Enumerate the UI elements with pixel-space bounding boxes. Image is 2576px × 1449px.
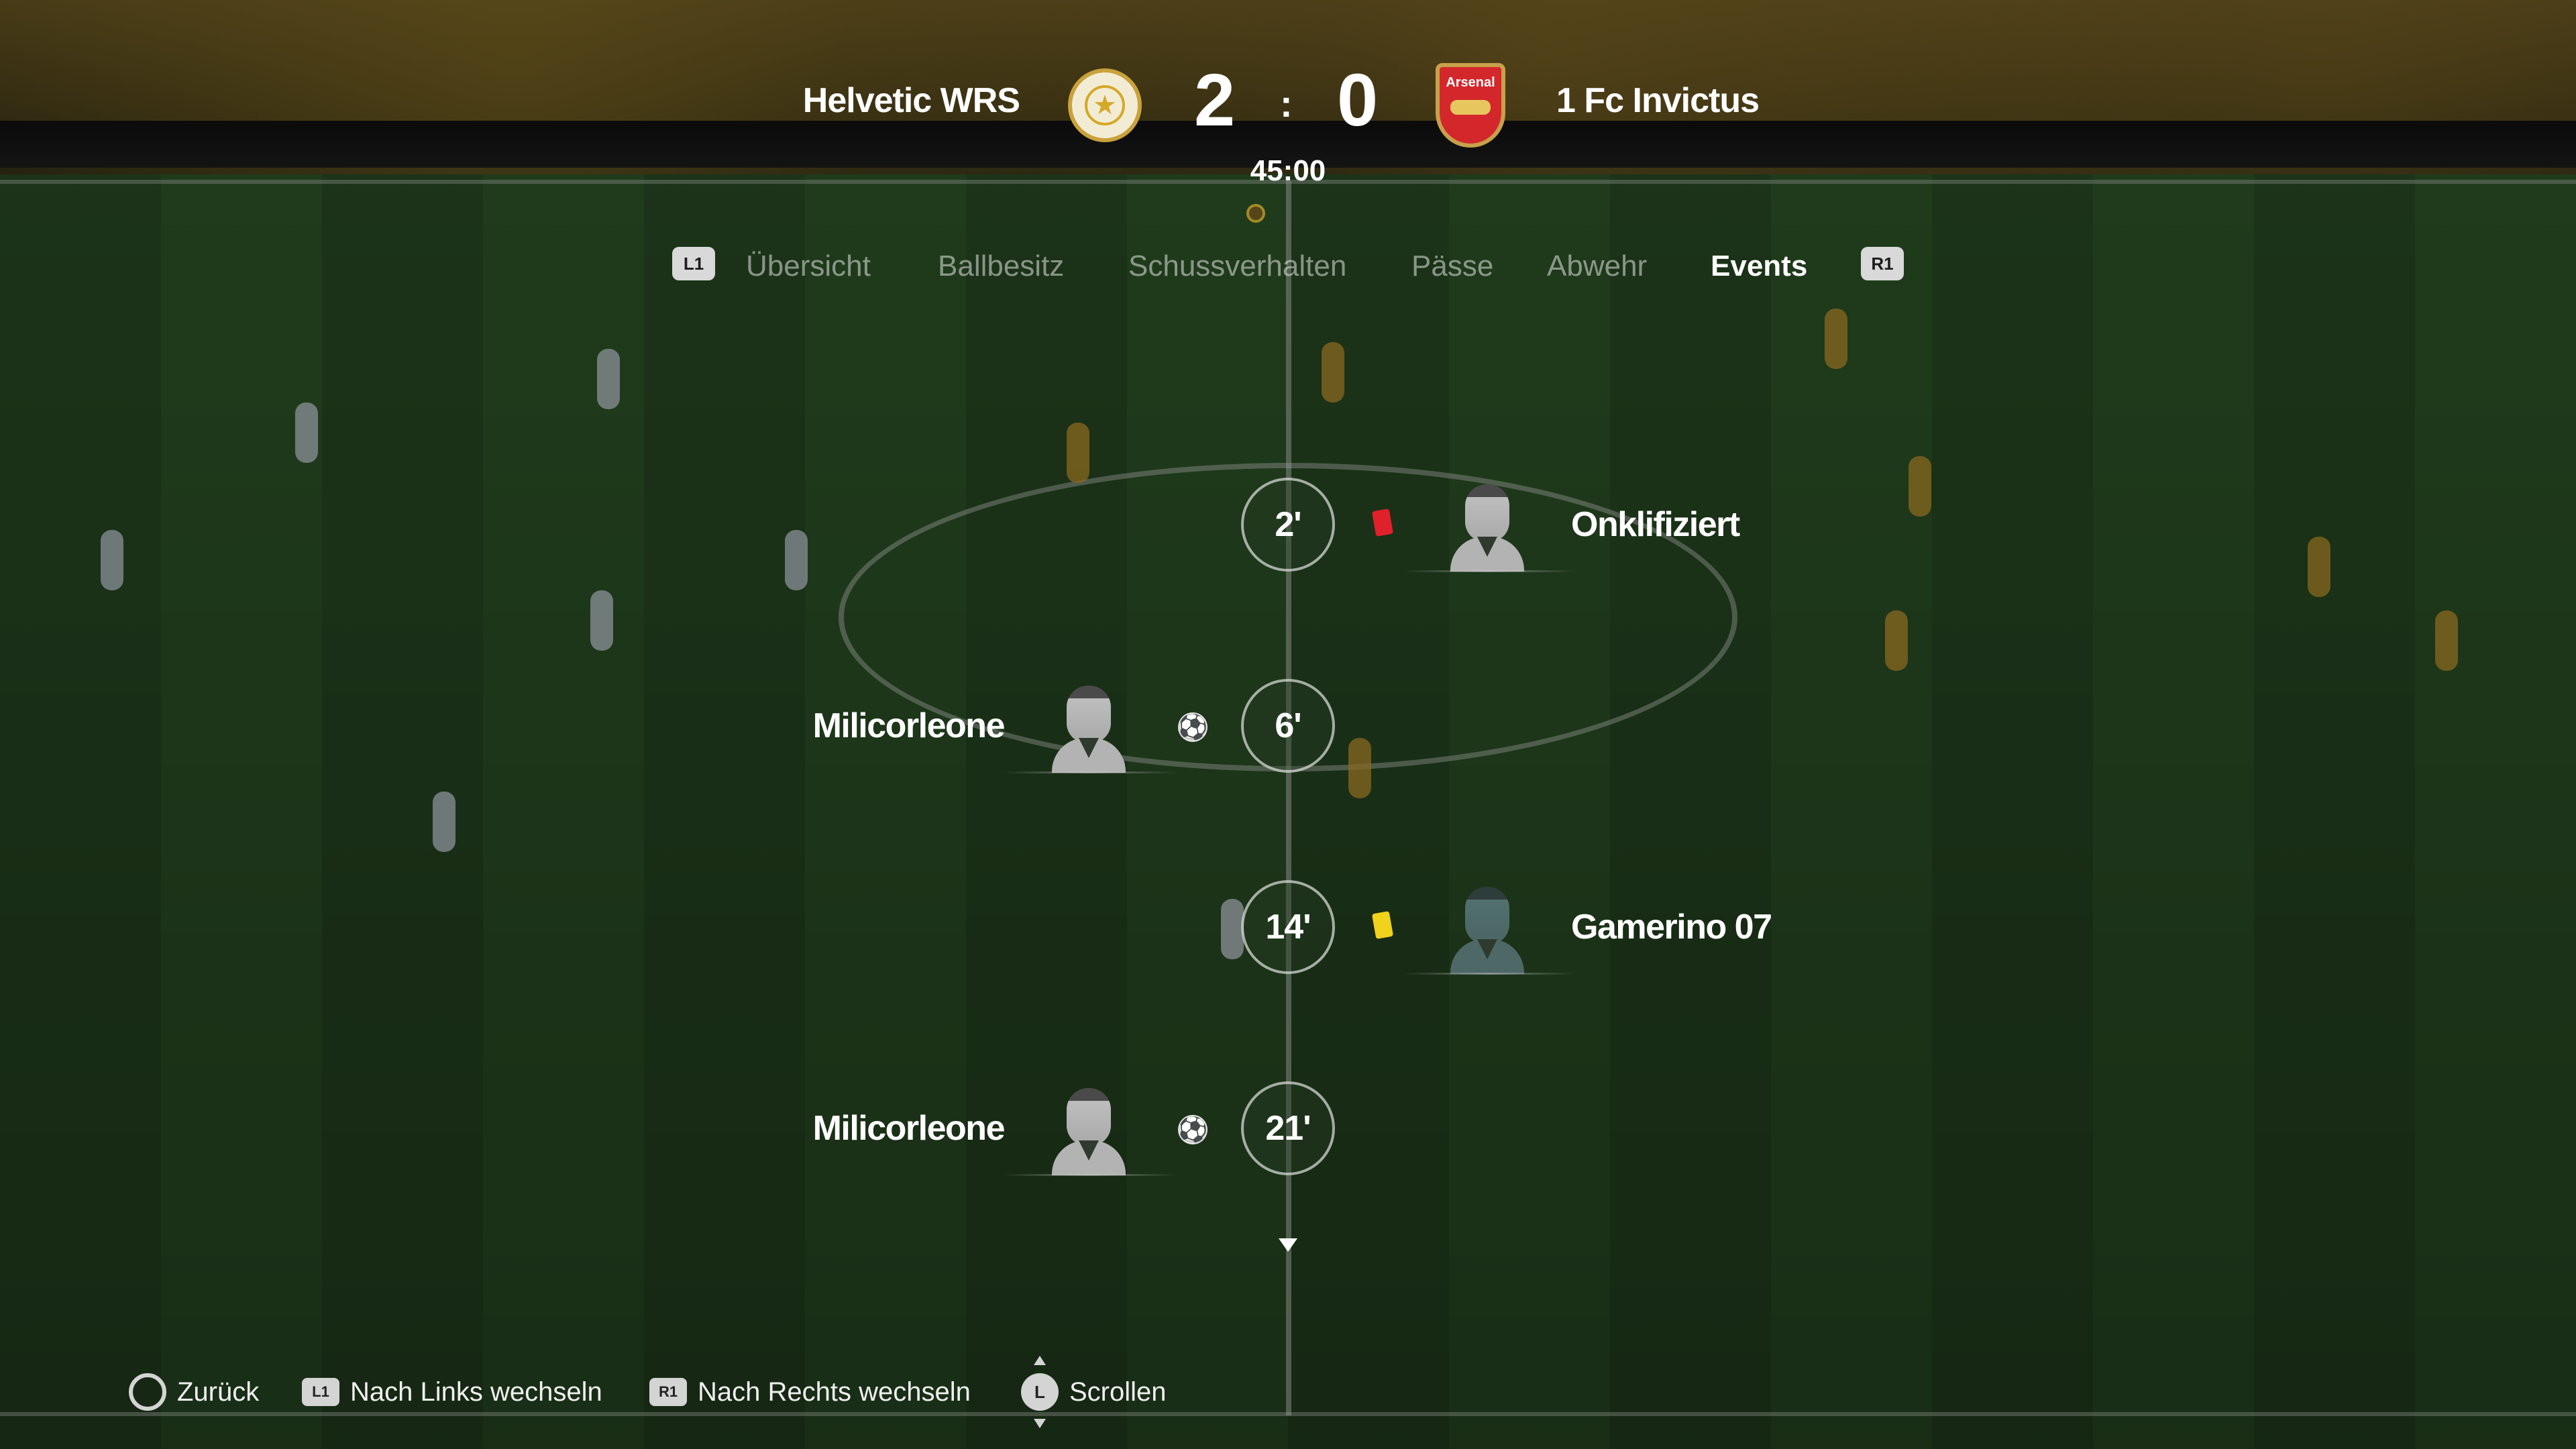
tab-uebersicht[interactable]: Übersicht [746,250,871,283]
player-avatar [1052,1088,1126,1175]
divider [1002,771,1177,773]
player-avatar [1052,686,1126,773]
soccer-ball-icon: ⚽ [1177,1115,1208,1144]
event-player-name: Milicorleone [812,1109,1006,1148]
event-row: 14' Gamerino 07 [0,880,2576,981]
r1-button-icon: R1 [649,1378,687,1406]
event-player-name: Onklifiziert [1571,505,1740,544]
switch-right-label: Nach Rechts wechseln [698,1377,971,1407]
home-score: 2 [1194,59,1235,142]
event-row: Milicorleone ⚽ 21' [0,1081,2576,1182]
home-team-name: Helvetic WRS [802,81,1020,120]
controller-hints: Zurück L1 Nach Links wechseln R1 Nach Re… [0,1356,2576,1428]
score-separator: : [1280,83,1293,125]
divider [1402,973,1576,975]
event-row: Milicorleone ⚽ 6' [0,679,2576,780]
left-stick-icon: L [1021,1356,1059,1428]
switch-left-label: Nach Links wechseln [350,1377,602,1407]
event-player-name: Milicorleone [812,706,1006,745]
event-minute: 21' [1241,1081,1335,1175]
scroll-down-icon[interactable] [1279,1238,1297,1252]
away-team-name: 1 Fc Invictus [1556,81,1760,120]
home-team-crest: ★ [1068,68,1142,142]
stats-tab-bar: L1 Übersicht Ballbesitz Schussverhalten … [0,243,2576,297]
event-minute: 14' [1241,880,1335,974]
back-hint[interactable]: Zurück [129,1368,259,1415]
tab-abwehr[interactable]: Abwehr [1547,250,1647,283]
scoreboard: Helvetic WRS ★ 2 : 0 Arsenal 1 Fc Invict… [0,54,2576,187]
tab-events[interactable]: Events [1711,250,1807,283]
back-label: Zurück [177,1377,260,1407]
l1-button-icon: L1 [302,1378,339,1406]
switch-left-hint[interactable]: L1 Nach Links wechseln [302,1368,602,1415]
tab-paesse[interactable]: Pässe [1411,250,1493,283]
event-row: 2' Onklifiziert [0,478,2576,578]
event-minute: 2' [1241,478,1335,572]
match-clock: 45:00 [1250,154,1326,187]
red-card-icon [1371,508,1394,537]
soccer-ball-icon: ⚽ [1177,712,1208,742]
tab-schussverhalten[interactable]: Schussverhalten [1128,250,1346,283]
player-avatar [1450,887,1524,974]
tab-ballbesitz[interactable]: Ballbesitz [938,250,1064,283]
scroll-label: Scrollen [1069,1377,1167,1407]
star-icon: ★ [1085,85,1125,125]
away-score: 0 [1337,59,1378,142]
player-avatar [1450,484,1524,572]
divider [1402,570,1576,572]
r1-button-icon[interactable]: R1 [1861,247,1904,280]
cannon-icon [1450,100,1491,115]
scroll-hint[interactable]: L Scrollen [1021,1356,1167,1428]
away-team-crest: Arsenal [1436,63,1505,148]
crest-text: Arsenal [1446,75,1495,90]
l1-button-icon[interactable]: L1 [672,247,715,280]
divider [1002,1174,1177,1176]
circle-button-icon [129,1373,166,1411]
event-minute: 6' [1241,679,1335,773]
ball-icon [1246,204,1265,223]
switch-right-hint[interactable]: R1 Nach Rechts wechseln [649,1368,971,1415]
yellow-card-icon [1371,911,1394,939]
event-player-name: Gamerino 07 [1571,908,1772,947]
